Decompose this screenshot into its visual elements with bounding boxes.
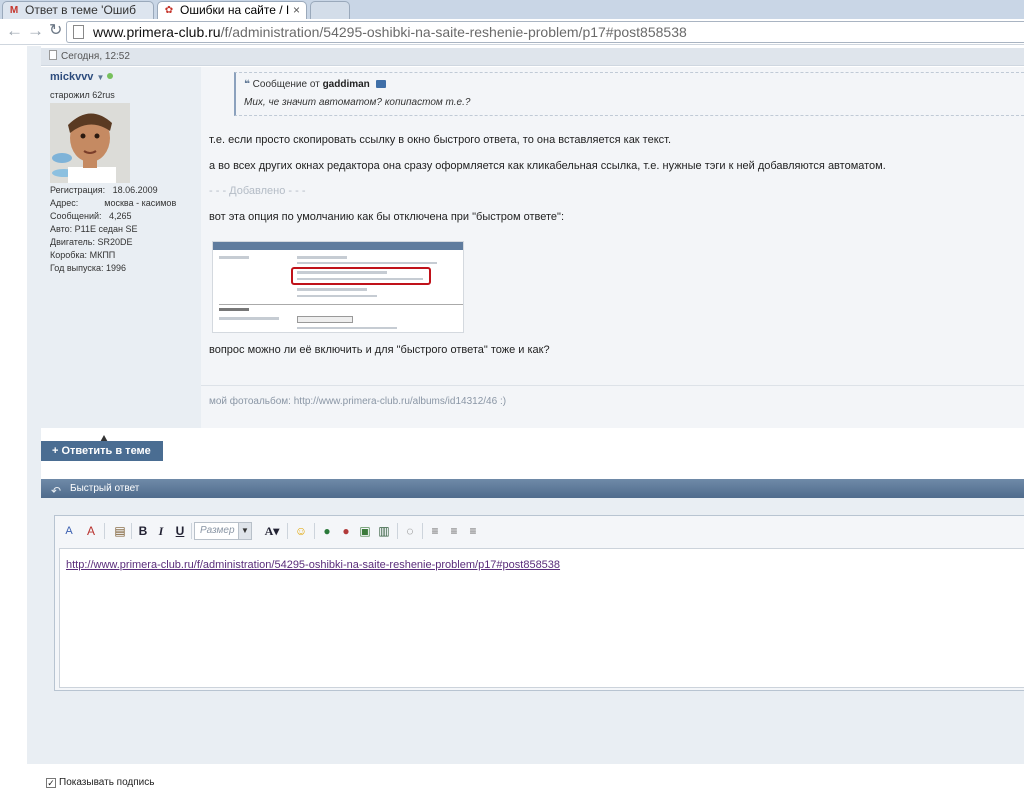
reply-textarea[interactable]: http://www.primera-club.ru/f/administrat… xyxy=(59,548,1024,688)
stat-value: 18.06.2009 xyxy=(112,185,158,195)
avatar[interactable] xyxy=(50,103,130,183)
reply-in-thread-button[interactable]: + Ответить в теме xyxy=(41,441,163,461)
stat-value: 4,265 xyxy=(109,211,132,221)
underline-icon[interactable]: U xyxy=(172,523,188,539)
align-right-icon[interactable]: ≡ xyxy=(465,523,481,539)
forward-arrow-icon[interactable]: → xyxy=(27,22,44,40)
left-margin xyxy=(27,46,41,764)
unlink-icon[interactable]: ● xyxy=(338,523,354,539)
browser-tab-bar: M Ответ в теме 'Ошиб ✿ Ошибки на сайте /… xyxy=(0,0,1024,19)
text-color-icon[interactable]: A▾ xyxy=(261,523,283,539)
address-url[interactable]: www.primera-club.ru/f/administration/542… xyxy=(93,24,687,40)
username-link[interactable]: mickvvv ▼ xyxy=(50,71,114,83)
gmail-favicon-icon: M xyxy=(9,5,19,16)
signature-text[interactable]: мой фотоальбом: http://www.primera-club.… xyxy=(209,396,506,407)
new-tab-button[interactable] xyxy=(310,1,350,19)
show-signature-checkbox[interactable]: ✓ Показывать подпись xyxy=(46,777,154,788)
stat-row: Сообщений: 4,265 xyxy=(50,210,176,223)
stat-row: Регистрация: 18.06.2009 xyxy=(50,184,176,197)
quick-reply-panel: A A ▤ B I U Размер ▼ A▾ ☺ ● ● ▣ ▥ ◌ ≡ ≡ … xyxy=(41,498,1024,788)
remove-format-icon[interactable]: A xyxy=(83,523,99,539)
italic-icon[interactable]: I xyxy=(153,523,169,539)
browser-nav-bar: ← → ↻ www.primera-club.ru/f/administrati… xyxy=(0,19,1024,45)
post-body: ❝ Сообщение от gaddiman Мих, че значит а… xyxy=(201,67,1024,428)
quote-block: ❝ Сообщение от gaddiman Мих, че значит а… xyxy=(234,72,1024,116)
stat-label: Регистрация: xyxy=(50,185,106,195)
editor: A A ▤ B I U Размер ▼ A▾ ☺ ● ● ▣ ▥ ◌ ≡ ≡ … xyxy=(54,515,1024,691)
stat-label: Год выпуска: xyxy=(50,263,104,273)
user-title: старожил 62rus xyxy=(50,90,115,100)
bold-icon[interactable]: B xyxy=(135,523,151,539)
smiley-icon[interactable]: ☺ xyxy=(293,523,309,539)
stat-value: москва - касимов xyxy=(104,198,177,208)
quote-prefix: Сообщение от xyxy=(252,79,320,90)
post-paragraph: вот эта опция по умолчанию как бы отключ… xyxy=(209,211,565,223)
forum-page: Сегодня, 12:52 mickvvv ▼ старожил 62rus xyxy=(0,46,1024,788)
tab-reply[interactable]: M Ответ в теме 'Ошиб xyxy=(2,1,154,19)
editor-toolbar: A A ▤ B I U Размер ▼ A▾ ☺ ● ● ▣ ▥ ◌ ≡ ≡ … xyxy=(55,516,1024,548)
stat-label: Сообщений: xyxy=(50,211,102,221)
user-stats: Регистрация: 18.06.2009 Адрес: москва - к… xyxy=(50,184,176,275)
stat-label: Адрес: xyxy=(50,198,79,208)
stat-row: Авто: P11E седан SE xyxy=(50,223,176,236)
quote-icon: ❝ xyxy=(244,79,250,90)
quote-insert-icon[interactable]: ◌ xyxy=(402,523,418,539)
dropdown-arrow-icon[interactable]: ▼ xyxy=(97,73,105,82)
align-center-icon[interactable]: ≡ xyxy=(446,523,462,539)
back-arrow-icon[interactable]: ← xyxy=(6,22,23,40)
font-icon[interactable]: A xyxy=(61,523,77,539)
username[interactable]: mickvvv xyxy=(50,71,93,83)
post-paragraph: вопрос можно ли её включить и для "быстр… xyxy=(209,344,550,356)
stat-label: Авто: xyxy=(50,224,73,234)
quote-header: ❝ Сообщение от gaddiman xyxy=(244,79,1024,90)
insert-image-icon[interactable]: ▣ xyxy=(357,523,373,539)
signature: мой фотоальбом: http://www.primera-club.… xyxy=(201,385,1024,407)
online-status-icon xyxy=(107,73,114,79)
user-info-panel: mickvvv ▼ старожил 62rus Регистрация: 18… xyxy=(41,67,201,444)
tab-title: Ответ в теме 'Ошиб xyxy=(25,3,137,17)
chevron-down-icon[interactable]: ▼ xyxy=(238,523,251,539)
post-header: Сегодня, 12:52 xyxy=(41,48,1024,66)
post-icon xyxy=(49,50,57,60)
insert-video-icon[interactable]: ▥ xyxy=(376,523,392,539)
site-favicon-icon: ✿ xyxy=(164,5,174,16)
tab-errors[interactable]: ✿ Ошибки на сайте / I × xyxy=(157,1,307,19)
stat-label: Двигатель: xyxy=(50,237,95,247)
quick-reply-title: Быстрый ответ xyxy=(70,483,140,494)
stat-row: Коробка: МКПП xyxy=(50,249,176,262)
quote-text: Мих, че значит автоматом? копипастом т.е… xyxy=(244,97,471,108)
attached-screenshot[interactable] xyxy=(212,241,464,333)
pasted-link[interactable]: http://www.primera-club.ru/f/administrat… xyxy=(66,559,560,571)
tab-title: Ошибки на сайте / I xyxy=(180,3,290,17)
font-size-value: Размер xyxy=(200,525,235,536)
address-bar[interactable]: www.primera-club.ru/f/administration/542… xyxy=(66,21,1024,43)
tab-close-icon[interactable]: × xyxy=(293,2,300,18)
paste-icon[interactable]: ▤ xyxy=(112,523,128,539)
show-signature-label: Показывать подпись xyxy=(59,777,155,788)
stat-value: 1996 xyxy=(106,263,127,273)
view-post-icon[interactable] xyxy=(375,80,386,88)
stat-row: Двигатель: SR20DE xyxy=(50,236,176,249)
align-left-icon[interactable]: ≡ xyxy=(427,523,443,539)
font-size-select[interactable]: Размер ▼ xyxy=(194,522,252,540)
stat-row: Адрес: москва - касимов xyxy=(50,197,176,210)
post-paragraph: а во всех других окнах редактора она сра… xyxy=(209,160,886,172)
reload-icon[interactable]: ↻ xyxy=(49,22,62,40)
stat-value: SR20DE xyxy=(97,237,133,247)
page-icon xyxy=(73,25,84,39)
stat-value: МКПП xyxy=(89,250,116,260)
stat-value: P11E седан SE xyxy=(74,224,138,234)
quick-reply-header: ↶ Быстрый ответ xyxy=(41,479,1024,498)
insert-link-icon[interactable]: ● xyxy=(319,523,335,539)
quote-author[interactable]: gaddiman xyxy=(323,79,370,90)
added-separator: - - - Добавлено - - - xyxy=(209,185,306,197)
stat-row: Год выпуска: 1996 xyxy=(50,262,176,275)
post-date: Сегодня, 12:52 xyxy=(61,51,130,62)
post-paragraph: т.е. если просто скопировать ссылку в ок… xyxy=(209,134,672,146)
stat-label: Коробка: xyxy=(50,250,88,260)
checkbox-checked-icon[interactable]: ✓ xyxy=(46,778,56,788)
